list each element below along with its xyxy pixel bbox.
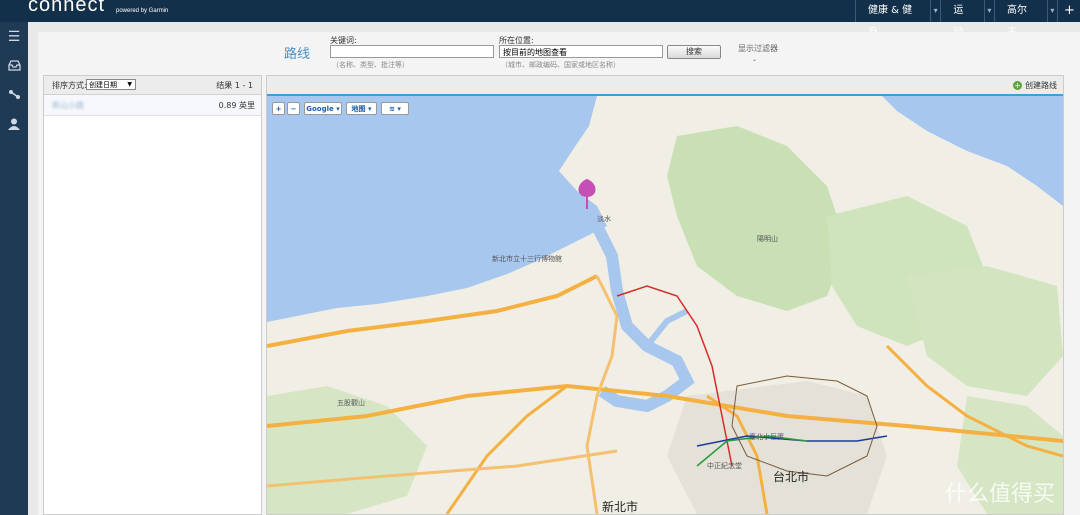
map-label-arena: 臺北小巨蛋 bbox=[749, 433, 784, 441]
map-graphic bbox=[267, 96, 1063, 514]
map-label-memorial: 中正紀念堂 bbox=[707, 462, 742, 470]
logo-subtitle: powered by Garmin bbox=[116, 8, 169, 14]
zoom-out-button[interactable]: − bbox=[287, 102, 300, 115]
chevron-down-icon[interactable]: ▾ bbox=[1046, 0, 1057, 22]
route-name[interactable]: 新山小路 bbox=[52, 100, 84, 111]
location-input[interactable]: 按目前的地图查看 bbox=[499, 45, 663, 58]
map-label-new-taipei: 新北市 bbox=[602, 500, 639, 514]
map-type-select[interactable]: 地图 ▾ bbox=[346, 102, 377, 115]
chevron-down-icon[interactable]: ▾ bbox=[983, 0, 994, 22]
sort-label: 排序方式: bbox=[52, 81, 87, 90]
results-pane: 排序方式: 创建日期 ▼ 结果 1 - 1 新山小路 0.89 英里 bbox=[43, 75, 262, 515]
nav-golf[interactable]: 高尔夫 bbox=[994, 0, 1047, 38]
map-header: + 创建路线 bbox=[267, 76, 1063, 96]
left-rail: ☰ bbox=[0, 22, 28, 515]
map-pane: + 创建路线 + − Google ▾ 地图 ▾ ≋ ▾ 新北市立十三行博物館 … bbox=[266, 75, 1064, 515]
search-button[interactable]: 搜索 bbox=[667, 45, 721, 59]
map-label-tamsui: 淡水 bbox=[597, 215, 611, 223]
nav-activities[interactable]: 运动 bbox=[940, 0, 983, 38]
chevron-down-icon[interactable]: ▾ bbox=[930, 0, 940, 22]
user-icon[interactable] bbox=[7, 118, 21, 130]
plus-circle-icon: + bbox=[1013, 81, 1022, 90]
route-distance: 0.89 英里 bbox=[218, 101, 255, 110]
show-filters-link[interactable]: 显示过滤器 ⌄ bbox=[738, 43, 778, 63]
map-label-yangmingshan: 陽明山 bbox=[757, 235, 778, 243]
inbox-icon[interactable] bbox=[7, 60, 21, 72]
results-header: 排序方式: 创建日期 ▼ 结果 1 - 1 bbox=[44, 76, 261, 95]
map-label-wugu: 五股觀山 bbox=[337, 399, 365, 407]
map-provider-select[interactable]: Google ▾ bbox=[304, 102, 342, 115]
sort-select[interactable]: 创建日期 ▼ bbox=[86, 79, 136, 90]
menu-icon[interactable]: ☰ bbox=[7, 30, 21, 44]
zoom-in-button[interactable]: + bbox=[272, 102, 285, 115]
keyword-input[interactable] bbox=[330, 45, 494, 58]
create-route-button[interactable]: + 创建路线 bbox=[1013, 80, 1057, 91]
layers-button[interactable]: ≋ ▾ bbox=[381, 102, 409, 115]
page-title: 路线 bbox=[284, 47, 311, 62]
connect-logo[interactable]: connect bbox=[28, 0, 105, 17]
connections-icon[interactable] bbox=[7, 89, 21, 101]
top-navbar: connect powered by Garmin 健康 & 健身 ▾ 运动 ▾… bbox=[0, 0, 1080, 38]
nav-health-fitness[interactable]: 健康 & 健身 bbox=[855, 0, 930, 38]
map-label-museum: 新北市立十三行博物館 bbox=[492, 255, 562, 263]
top-nav: 健康 & 健身 ▾ 运动 ▾ 高尔夫 ▾ + bbox=[855, 0, 1080, 38]
add-icon[interactable]: + bbox=[1057, 0, 1080, 22]
location-hint: （城市、邮政编码、国家或地区名称） bbox=[501, 61, 620, 69]
watermark: 什么值得买 bbox=[944, 482, 1055, 507]
keyword-hint: （名称、类型、批注等） bbox=[332, 61, 409, 69]
map-label-taipei: 台北市 bbox=[773, 470, 810, 484]
list-item[interactable]: 新山小路 0.89 英里 bbox=[44, 95, 261, 116]
result-count: 结果 1 - 1 bbox=[216, 81, 253, 90]
chevron-down-icon: ▼ bbox=[127, 81, 132, 88]
map-canvas[interactable]: + − Google ▾ 地图 ▾ ≋ ▾ 新北市立十三行博物館 五股觀山 臺北… bbox=[267, 96, 1063, 514]
